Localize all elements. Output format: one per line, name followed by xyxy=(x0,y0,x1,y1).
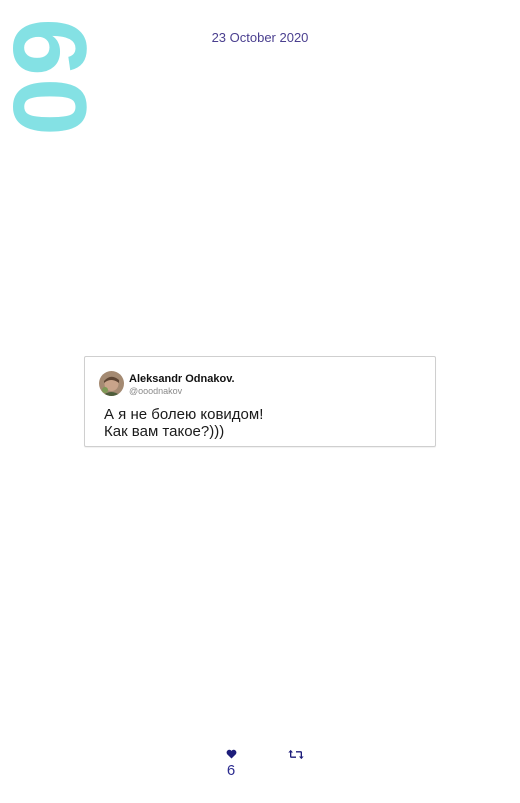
tweet-text-line: Как вам такое?))) xyxy=(104,423,225,440)
heart-icon[interactable] xyxy=(226,749,237,759)
author-name[interactable]: Aleksandr Odnakov. xyxy=(129,373,235,385)
avatar-image xyxy=(99,371,124,396)
retweet-icon[interactable] xyxy=(288,749,304,760)
tweet-date: 23 October 2020 xyxy=(211,30,309,45)
author-handle[interactable]: @ooodnakov xyxy=(129,386,182,396)
tweet-stats: 6 xyxy=(0,747,520,787)
tweet-card: Aleksandr Odnakov. @ooodnakov А я не бол… xyxy=(84,356,436,447)
author-avatar[interactable] xyxy=(99,371,124,396)
like-count: 6 xyxy=(226,762,236,779)
tweet-text: А я не болею ковидом! Как вам такое?))) xyxy=(104,406,263,440)
tweet-text-line: А я не болею ковидом! xyxy=(104,406,264,423)
